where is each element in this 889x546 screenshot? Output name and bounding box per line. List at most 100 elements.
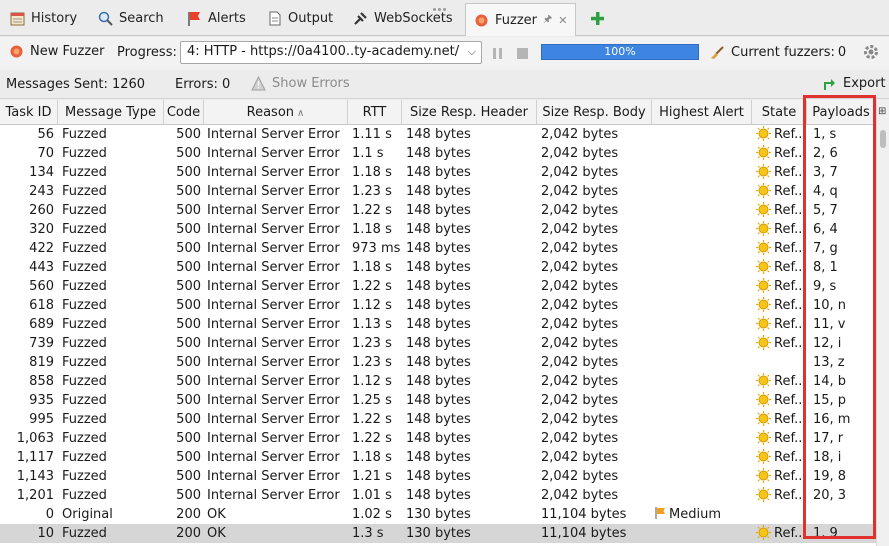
table-row[interactable]: 70 Fuzzed 500 Internal Server Error 1.1 s 148… (0, 144, 876, 163)
export-button[interactable]: Export (822, 76, 886, 91)
cell-message-type: Fuzzed (62, 239, 164, 258)
cell-state-text: Ref... (774, 393, 806, 408)
progress-label-text: Progress: (117, 45, 177, 60)
cell-size-resp-body: 2,042 bytes (541, 258, 651, 277)
fuzzer-toolbar: New Fuzzer Progress: 4: HTTP - https://0… (0, 37, 889, 70)
table-row[interactable]: 422 Fuzzed 500 Internal Server Error 973 ms 1… (0, 239, 876, 258)
status-bar: Messages Sent: 1260 Errors: 0 Show Error… (0, 71, 889, 99)
table-row[interactable]: 689 Fuzzed 500 Internal Server Error 1.13 s 1… (0, 315, 876, 334)
cell-size-resp-header-text: 130 bytes (406, 526, 471, 541)
tab-history[interactable]: History (10, 5, 77, 31)
cell-state: Ref... (756, 410, 806, 429)
col-highest-alert[interactable]: Highest Alert (652, 100, 752, 125)
cell-reason: Internal Server Error (207, 125, 347, 144)
table-row[interactable]: 1,143 Fuzzed 500 Internal Server Error 1.21 … (0, 467, 876, 486)
col-payloads[interactable]: Payloads (807, 100, 876, 125)
table-row[interactable]: 320 Fuzzed 500 Internal Server Error 1.18 s 1… (0, 220, 876, 239)
table-row[interactable]: 739 Fuzzed 500 Internal Server Error 1.23 s 1… (0, 334, 876, 353)
cell-size-resp-header: 148 bytes (406, 448, 536, 467)
pin-icon[interactable]: 🖈 (543, 12, 552, 29)
vertical-scrollbar[interactable]: ⊞ (876, 100, 889, 546)
tab-websockets[interactable]: WebSockets (353, 5, 453, 31)
table-row[interactable]: 935 Fuzzed 500 Internal Server Error 1.25 s 1… (0, 391, 876, 410)
cell-code: 200 (164, 524, 201, 543)
sun-state-icon (756, 145, 771, 160)
table-row[interactable]: 260 Fuzzed 500 Internal Server Error 1.22 s 1… (0, 201, 876, 220)
table-row[interactable]: 243 Fuzzed 500 Internal Server Error 1.23 s 1… (0, 182, 876, 201)
tab-fuzzer[interactable]: Fuzzer 🖈 ✕ (465, 3, 577, 36)
cell-reason-text: Internal Server Error (207, 488, 340, 503)
cell-size-resp-header: 148 bytes (406, 391, 536, 410)
cell-code-text: 500 (176, 450, 201, 465)
cell-task-id-text: 0 (45, 507, 54, 522)
table-row[interactable]: 134 Fuzzed 500 Internal Server Error 1.18 s 1… (0, 163, 876, 182)
cell-task-id-text: 243 (29, 184, 54, 199)
cell-message-type: Fuzzed (62, 125, 164, 144)
progress-select[interactable]: 4: HTTP - https://0a4100..ty-academy.net… (180, 41, 482, 64)
cell-message-type-text: Fuzzed (62, 260, 107, 275)
sun-state-icon (756, 164, 771, 179)
cell-message-type: Fuzzed (62, 182, 164, 201)
cell-reason: Internal Server Error (207, 353, 347, 372)
cell-payloads: 7, g (813, 239, 875, 258)
table-row[interactable]: 443 Fuzzed 500 Internal Server Error 1.18 s 1… (0, 258, 876, 277)
col-code[interactable]: Code (164, 100, 204, 125)
tab-search[interactable]: Search (98, 5, 164, 31)
col-size-resp-header[interactable]: Size Resp. Header (402, 100, 537, 125)
cell-code: 500 (164, 467, 201, 486)
sun-state-icon (756, 411, 771, 426)
options-button[interactable] (863, 44, 879, 60)
table-row[interactable]: 1,063 Fuzzed 500 Internal Server Error 1.22 … (0, 429, 876, 448)
table-row[interactable]: 995 Fuzzed 500 Internal Server Error 1.22 s 1… (0, 410, 876, 429)
cell-state-text: Ref... (774, 184, 806, 199)
scrollbar-thumb[interactable] (880, 130, 886, 148)
cell-size-resp-header-text: 148 bytes (406, 279, 471, 294)
cell-message-type-text: Fuzzed (62, 355, 107, 370)
cell-rtt-text: 1.25 s (352, 393, 392, 408)
table-row[interactable]: 618 Fuzzed 500 Internal Server Error 1.12 s 1… (0, 296, 876, 315)
cell-message-type-text: Fuzzed (62, 374, 107, 389)
show-errors-button[interactable]: Show Errors (251, 75, 350, 91)
cell-code: 500 (164, 448, 201, 467)
table-row[interactable]: 0 Original 200 OK 1.02 s 130 bytes 11,104 byte… (0, 505, 876, 524)
column-chooser-icon[interactable]: ⊞ (878, 106, 886, 117)
add-tab-button[interactable] (590, 5, 605, 31)
new-fuzzer-button[interactable]: New Fuzzer (9, 44, 104, 59)
cell-size-resp-header: 148 bytes (406, 467, 536, 486)
cell-code: 500 (164, 239, 201, 258)
tab-alerts[interactable]: Alerts (187, 5, 246, 31)
col-rtt[interactable]: RTT (348, 100, 402, 125)
table-row[interactable]: 858 Fuzzed 500 Internal Server Error 1.12 s 1… (0, 372, 876, 391)
progress-label: Progress: (117, 45, 177, 60)
pause-button[interactable] (490, 46, 505, 61)
cell-reason: Internal Server Error (207, 391, 347, 410)
table-row[interactable]: 56 Fuzzed 500 Internal Server Error 1.11 s 14… (0, 125, 876, 144)
close-icon[interactable]: ✕ (558, 14, 567, 27)
chevron-down-icon: ⌵ (467, 45, 476, 58)
cell-size-resp-body-text: 2,042 bytes (541, 488, 619, 503)
cell-size-resp-header-text: 130 bytes (406, 507, 471, 522)
cell-payloads-text: 16, m (813, 412, 851, 427)
table-row[interactable]: 819 Fuzzed 500 Internal Server Error 1.23 s 1… (0, 353, 876, 372)
col-task-id[interactable]: Task ID (0, 100, 58, 125)
cell-message-type-text: Fuzzed (62, 184, 107, 199)
cell-size-resp-body-text: 2,042 bytes (541, 374, 619, 389)
cell-size-resp-body: 2,042 bytes (541, 448, 651, 467)
drag-grip[interactable] (433, 0, 451, 11)
col-state[interactable]: State (752, 100, 807, 125)
table-row[interactable]: 10 Fuzzed 200 OK 1.3 s 130 bytes 11,104 bytes R… (0, 524, 876, 543)
stop-icon (515, 46, 530, 61)
cell-size-resp-header: 148 bytes (406, 296, 536, 315)
table-row[interactable]: 1,201 Fuzzed 500 Internal Server Error 1.01 … (0, 486, 876, 505)
cell-size-resp-header: 148 bytes (406, 163, 536, 182)
history-icon (10, 11, 25, 26)
tab-output[interactable]: Output (267, 5, 333, 31)
col-message-type[interactable]: Message Type (58, 100, 164, 125)
col-reason[interactable]: Reason ∧ (204, 100, 348, 125)
col-size-resp-body[interactable]: Size Resp. Body (537, 100, 652, 125)
cell-size-resp-header-text: 148 bytes (406, 488, 471, 503)
table-row[interactable]: 560 Fuzzed 500 Internal Server Error 1.22 s 1… (0, 277, 876, 296)
table-row[interactable]: 1,117 Fuzzed 500 Internal Server Error 1.18 … (0, 448, 876, 467)
stop-button[interactable] (515, 46, 530, 61)
cell-size-resp-body-text: 2,042 bytes (541, 279, 619, 294)
